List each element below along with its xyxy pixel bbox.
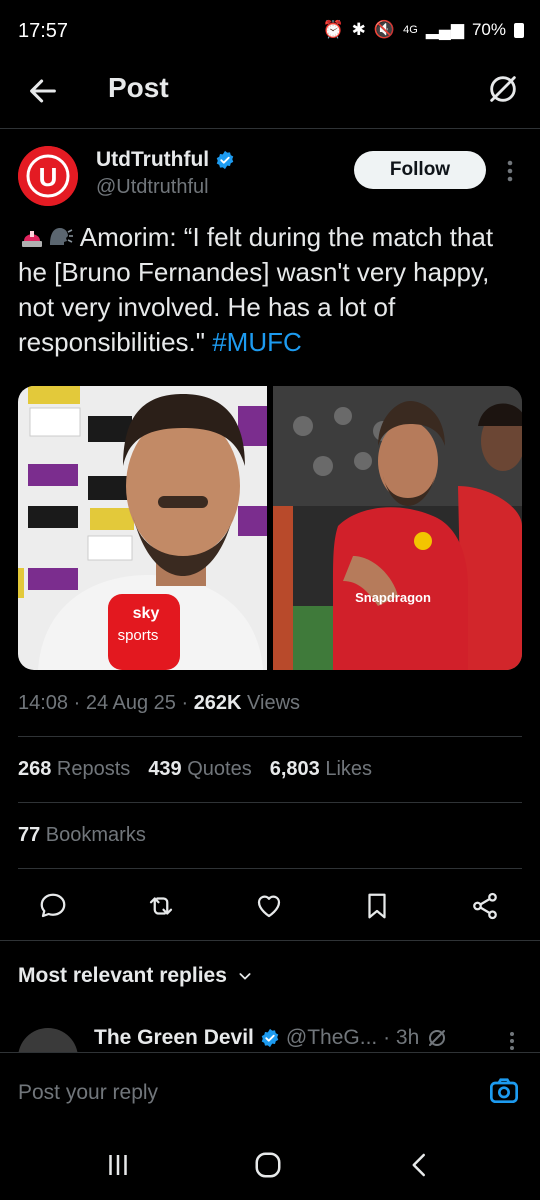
reply-input[interactable]: Post your reply — [18, 1081, 158, 1105]
camera-icon[interactable] — [488, 1075, 520, 1107]
share-icon[interactable] — [470, 891, 500, 921]
like-heart-icon[interactable] — [254, 891, 284, 921]
hashtag-link[interactable]: #MUFC — [212, 327, 302, 357]
post-stats: 268 Reposts 439 Quotes 6,803 Likes — [18, 758, 372, 781]
quotes-label: Quotes — [181, 758, 252, 780]
system-nav-bar — [0, 1120, 540, 1200]
reply-display-name[interactable]: The Green Devil — [94, 1026, 254, 1050]
battery-icon — [514, 22, 524, 38]
reply-item[interactable]: The Green Devil @TheG... · 3h — [18, 1026, 522, 1052]
likes-count: 6,803 — [269, 758, 320, 780]
reply-icon[interactable] — [38, 891, 68, 921]
shirt-sponsor-text: Snapdragon — [355, 590, 431, 605]
mic-brand-subtext: sports — [118, 627, 159, 644]
grok-icon[interactable] — [486, 72, 520, 106]
media-image-player[interactable]: Snapdragon — [273, 386, 522, 670]
reply-handle-time: @TheG... · 3h — [285, 1026, 420, 1049]
grok-icon[interactable] — [425, 1026, 449, 1050]
media-image-interview[interactable]: sky sports — [18, 386, 267, 670]
utd-logo-icon: U — [18, 146, 78, 206]
back-arrow-icon[interactable] — [26, 74, 60, 108]
top-bar: Post — [0, 62, 540, 129]
author-avatar[interactable]: U — [18, 146, 78, 206]
divider — [18, 802, 522, 803]
mute-icon: 🔇 — [373, 20, 396, 39]
bookmarks-stat[interactable]: 77 Bookmarks — [18, 824, 146, 847]
alarm-icon: ⏰ — [322, 20, 344, 39]
author-name[interactable]: UtdTruthful — [96, 148, 235, 172]
battery-level: 70% — [471, 20, 506, 39]
verified-badge-icon — [261, 1028, 279, 1048]
quotes-count: 439 — [148, 758, 182, 780]
post-meta: 14:08 · 24 Aug 25 · 262K Views — [18, 692, 300, 715]
speaking-head-icon — [50, 228, 73, 245]
divider — [18, 868, 522, 869]
reposts-count: 268 — [18, 758, 52, 780]
status-time: 17:57 — [18, 20, 69, 42]
home-icon[interactable] — [253, 1150, 283, 1180]
reposts-stat[interactable]: 268 Reposts — [18, 758, 130, 781]
reply-more-icon[interactable] — [508, 1030, 516, 1052]
divider — [0, 940, 540, 941]
signal-icon: ▂▄▆ — [425, 20, 464, 39]
bookmarks-count: 77 — [18, 824, 41, 846]
likes-label: Likes — [319, 758, 373, 780]
reposts-label: Reposts — [51, 758, 131, 780]
post-text: Amorim: “I felt during the match that he… — [18, 220, 526, 360]
divider — [18, 736, 522, 737]
network-label: 4G — [403, 24, 418, 36]
mic-brand-text: sky — [133, 605, 160, 622]
repost-icon[interactable] — [146, 891, 176, 921]
quotes-stat[interactable]: 439 Quotes — [148, 758, 251, 781]
post-media[interactable]: sky sports Snapdragon — [18, 386, 522, 670]
recent-apps-icon[interactable] — [103, 1150, 133, 1180]
chevron-down-icon — [239, 973, 251, 980]
likes-stat[interactable]: 6,803 Likes — [270, 758, 372, 781]
reply-avatar[interactable] — [18, 1028, 78, 1052]
verified-badge-icon — [216, 150, 234, 170]
status-icons: ⏰ ✱ 🔇 4G ▂▄▆ 70% — [322, 20, 524, 40]
back-nav-icon[interactable] — [405, 1150, 435, 1180]
bookmark-icon[interactable] — [362, 891, 392, 921]
views-label: Views — [241, 692, 301, 714]
action-bar — [0, 885, 540, 929]
reply-compose-bar: Post your reply — [0, 1052, 540, 1121]
replies-sort-dropdown[interactable]: Most relevant replies — [18, 964, 253, 988]
replies-sort-label[interactable]: Most relevant replies — [18, 964, 227, 988]
follow-button[interactable]: Follow — [354, 151, 486, 189]
bookmarks-label: Bookmarks — [40, 824, 146, 846]
author-display-name[interactable]: UtdTruthful — [96, 148, 209, 172]
siren-icon — [22, 231, 42, 247]
svg-text:U: U — [39, 162, 58, 192]
bluetooth-icon: ✱ — [351, 20, 366, 39]
author-handle[interactable]: @Utdtruthful — [96, 176, 209, 199]
page-title: Post — [108, 72, 169, 103]
reply-author[interactable]: The Green Devil @TheG... · 3h — [94, 1026, 449, 1050]
post-timestamp[interactable]: 14:08 · 24 Aug 25 · — [18, 692, 194, 714]
views-count: 262K — [193, 692, 242, 714]
status-bar: 17:57 ⏰ ✱ 🔇 4G ▂▄▆ 70% — [0, 0, 540, 62]
more-options-icon[interactable] — [500, 157, 520, 185]
